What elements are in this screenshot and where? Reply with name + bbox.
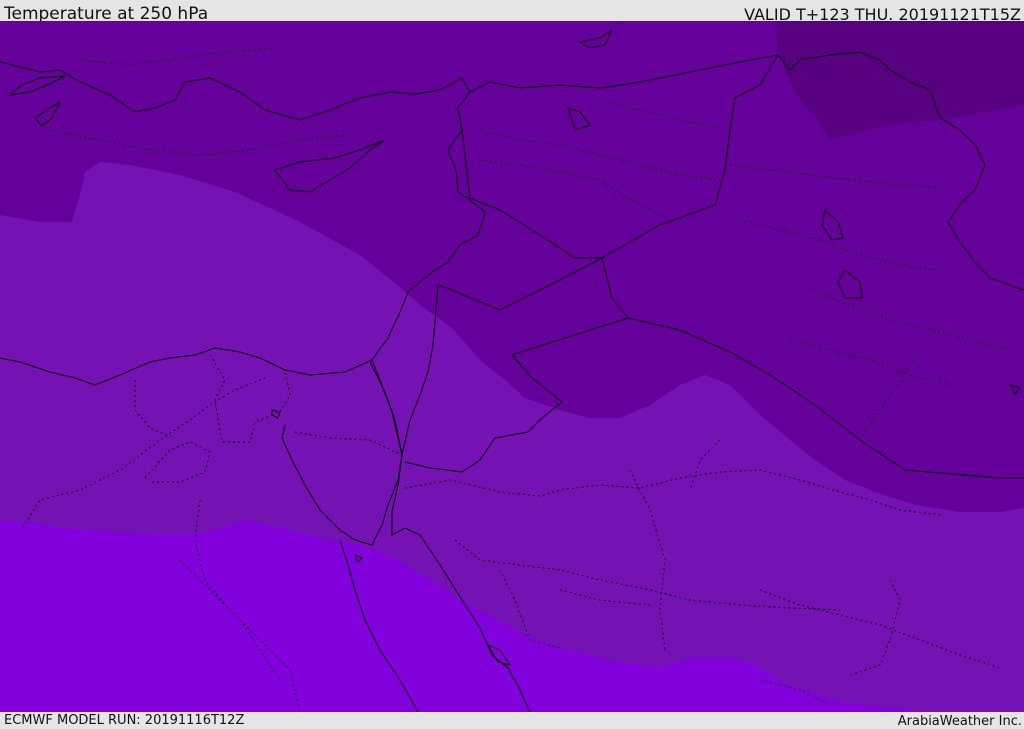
header-bar: Temperature at 250 hPa VALID T+123 THU. …: [0, 0, 1024, 24]
map-canvas: [0, 21, 1024, 712]
credit-label: ArabiaWeather Inc.: [897, 714, 1022, 729]
footer-bar: ECMWF MODEL RUN: 20191116T12Z ArabiaWeat…: [0, 712, 1024, 729]
forecast-map-page: Temperature at 250 hPa VALID T+123 THU. …: [0, 0, 1024, 729]
temperature-map: [0, 21, 1024, 712]
model-run-label: ECMWF MODEL RUN: 20191116T12Z: [4, 713, 245, 728]
